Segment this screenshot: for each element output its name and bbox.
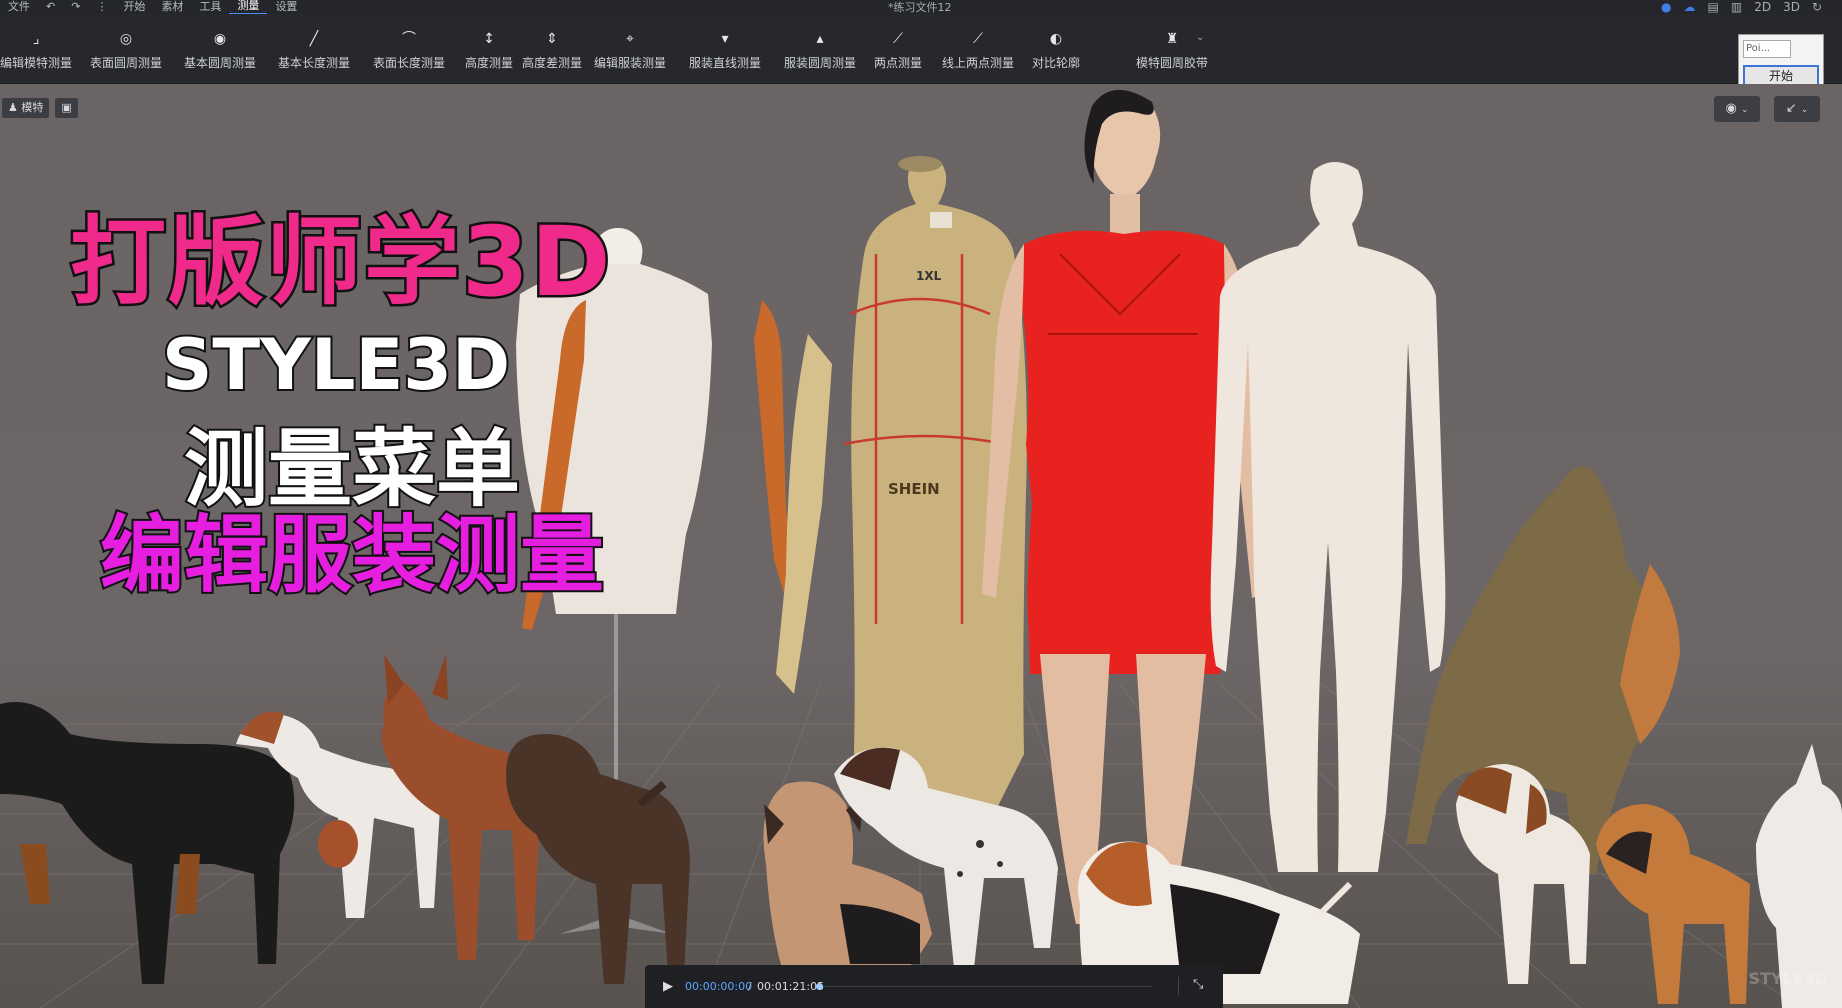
view-2d-button[interactable]: 2D (1754, 0, 1771, 14)
line-two-point-icon: ⟋ (973, 31, 983, 47)
menu-tools[interactable]: 工具 (191, 0, 229, 14)
surface-length-icon: ⌒ (402, 31, 416, 47)
total-time: 00:01:21:05 (757, 980, 825, 993)
chevron-down-icon[interactable]: ⌄ (1196, 32, 1204, 43)
basic-length-icon: ╱ (309, 31, 319, 47)
play-icon[interactable]: ▶ (663, 979, 673, 994)
tool-surface-length[interactable]: ⌒ 表面长度测量 (373, 30, 445, 78)
tool-compare-outline[interactable]: ◐ 对比轮廓 (1032, 30, 1080, 78)
divider (1178, 977, 1179, 995)
exit-fullscreen-icon[interactable]: ⤡ (1193, 977, 1203, 992)
tool-basic-circumference[interactable]: ◉ 基本圆周测量 (184, 30, 256, 78)
tool-height-measure[interactable]: ↕ 高度测量 (465, 30, 513, 78)
window-icon[interactable]: ▥ (1731, 0, 1742, 14)
two-point-icon: ⟋ (893, 31, 903, 47)
time-separator: / (748, 980, 752, 993)
menu-bar: 文件 ↶ ↷ ⋮ 开始 素材 工具 测量 设置 *练习文件12 ● ☁ ▤ ▥ … (0, 0, 1842, 15)
tool-garment-straight[interactable]: ▾ 服装直线测量 (689, 30, 761, 78)
height-diff-icon: ⇕ (546, 31, 558, 47)
current-time: 00:00:00:00 (685, 980, 753, 993)
tool-surface-circumference[interactable]: ◎ 表面圆周测量 (90, 30, 162, 78)
edit-garment-measure-icon: ⌖ (626, 31, 634, 47)
seek-bar[interactable] (823, 986, 1153, 987)
tool-garment-circumference[interactable]: ▴ 服装圆周测量 (784, 30, 856, 78)
overlay-brand: STYLE3D (160, 322, 512, 408)
dress-form-size-tag: 1XL (916, 269, 942, 283)
garment-circumference-icon: ▴ (816, 31, 824, 47)
edit-avatar-measure-icon: ⌟ (32, 31, 40, 47)
seek-handle[interactable] (816, 983, 823, 990)
view-3d-button[interactable]: 3D (1783, 0, 1800, 14)
tool-edit-garment-measure[interactable]: ⌖ 编辑服装测量 (594, 30, 666, 78)
document-title: *练习文件12 (888, 1, 952, 14)
avatar-tape-icon: ♜ (1165, 31, 1179, 47)
menu-assets[interactable]: 素材 (153, 0, 191, 14)
dress-form-brand: SHEIN (888, 480, 940, 498)
refresh-icon[interactable]: ↻ (1812, 0, 1822, 14)
menu-settings[interactable]: 设置 (267, 0, 305, 14)
measure-toolbar: ⌟ 编辑模特测量 ◎ 表面圆周测量 ◉ 基本圆周测量 ╱ 基本长度测量 ⌒ 表面… (0, 14, 1842, 92)
video-player-bar: ▶ 00:00:00:00 / 00:01:21:05 ⤡ (645, 965, 1223, 1008)
menu-measure[interactable]: 测量 (229, 0, 268, 15)
undo-icon[interactable]: ↶ (38, 0, 63, 14)
menu-file[interactable]: 文件 (0, 0, 38, 14)
layout-icon[interactable]: ▤ (1708, 0, 1719, 14)
watermark-logo: STYLE3D (1748, 969, 1828, 988)
overlay-topic: 编辑服装测量 (98, 504, 606, 606)
menu-start[interactable]: 开始 (115, 0, 153, 14)
tool-line-two-point[interactable]: ⟋ 线上两点测量 (942, 30, 1014, 78)
surface-circumference-icon: ◎ (119, 31, 133, 47)
more-icon[interactable]: ⋮ (88, 0, 115, 14)
3d-viewport[interactable]: ♟ 模特 ▣ ◉ ⌄ ↙ ⌄ 1XL SHEIN 打版师学3D STYLE3D … (0, 84, 1842, 1008)
tool-height-diff[interactable]: ⇕ 高度差测量 (522, 30, 582, 78)
point-input[interactable]: Poi... (1743, 40, 1791, 58)
menu-right-controls: ● ☁ ▤ ▥ 2D 3D ↻ (1661, 0, 1822, 14)
garment-straight-icon: ▾ (721, 31, 729, 47)
cloud-icon[interactable]: ☁ (1684, 0, 1696, 14)
redo-icon[interactable]: ↷ (63, 0, 88, 14)
height-measure-icon: ↕ (483, 31, 495, 47)
basic-circumference-icon: ◉ (213, 31, 227, 47)
tool-two-point[interactable]: ⟋ 两点测量 (874, 30, 922, 78)
tool-basic-length[interactable]: ╱ 基本长度测量 (278, 30, 350, 78)
overlay-title: 打版师学3D (67, 204, 613, 321)
dog-boxer[interactable] (1596, 804, 1750, 1004)
tool-edit-avatar-measure[interactable]: ⌟ 编辑模特测量 (0, 30, 72, 78)
compare-outline-icon: ◐ (1049, 31, 1063, 47)
info-icon[interactable]: ● (1661, 0, 1671, 14)
